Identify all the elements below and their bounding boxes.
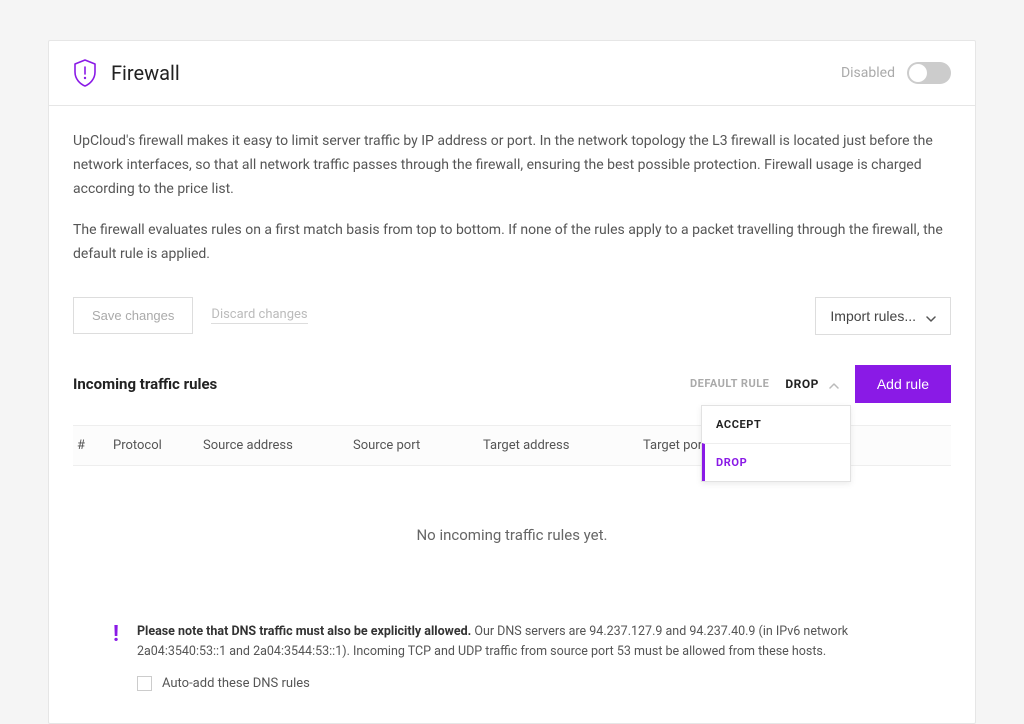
card-body: UpCloud's firewall makes it easy to limi… <box>49 106 975 723</box>
auto-add-dns-label: Auto-add these DNS rules <box>162 676 310 691</box>
col-protocol: Protocol <box>113 438 203 453</box>
actions-row: Save changes Discard changes Import rule… <box>73 297 951 335</box>
shield-alert-icon <box>73 59 97 87</box>
header-right: Disabled <box>841 62 951 84</box>
discard-changes-link[interactable]: Discard changes <box>211 307 307 324</box>
default-rule-label: DEFAULT RULE <box>690 377 769 390</box>
col-source-address: Source address <box>203 438 353 453</box>
description-paragraph-1: UpCloud's firewall makes it easy to limi… <box>73 130 951 201</box>
import-rules-label: Import rules... <box>830 308 916 324</box>
note-text: Please note that DNS traffic must also b… <box>137 622 911 662</box>
toggle-knob <box>909 64 927 82</box>
note-content: Please note that DNS traffic must also b… <box>137 622 911 691</box>
incoming-section-header: Incoming traffic rules DEFAULT RULE DROP… <box>73 365 951 403</box>
save-changes-button[interactable]: Save changes <box>73 297 193 334</box>
actions-left: Save changes Discard changes <box>73 297 308 334</box>
chevron-up-icon <box>829 379 839 389</box>
incoming-empty-state: No incoming traffic rules yet. <box>73 466 951 604</box>
col-index: # <box>73 438 113 453</box>
auto-add-dns-row: Auto-add these DNS rules <box>137 676 911 691</box>
card-header: Firewall Disabled <box>49 41 975 106</box>
alert-icon: ! <box>113 622 119 691</box>
incoming-section-controls: DEFAULT RULE DROP Add rule ACCEPT DROP <box>690 365 951 403</box>
default-rule-select[interactable]: DROP <box>785 377 839 391</box>
col-target-address: Target address <box>483 438 643 453</box>
incoming-section-title: Incoming traffic rules <box>73 375 217 393</box>
col-source-port: Source port <box>353 438 483 453</box>
dropdown-option-drop[interactable]: DROP <box>702 443 850 481</box>
default-rule-value: DROP <box>785 377 819 391</box>
firewall-status-label: Disabled <box>841 65 895 81</box>
description-paragraph-2: The firewall evaluates rules on a first … <box>73 219 951 267</box>
page-title: Firewall <box>111 61 180 85</box>
auto-add-dns-checkbox[interactable] <box>137 676 152 691</box>
note-bold: Please note that DNS traffic must also b… <box>137 624 471 639</box>
dropdown-option-accept[interactable]: ACCEPT <box>702 406 850 443</box>
firewall-card: Firewall Disabled UpCloud's firewall mak… <box>48 40 976 724</box>
import-rules-button[interactable]: Import rules... <box>815 297 951 335</box>
add-rule-button[interactable]: Add rule <box>855 365 951 403</box>
chevron-down-icon <box>926 311 936 321</box>
header-left: Firewall <box>73 59 180 87</box>
firewall-enable-toggle[interactable] <box>907 62 951 84</box>
default-rule-dropdown: ACCEPT DROP <box>701 405 851 482</box>
dns-note: ! Please note that DNS traffic must also… <box>73 614 951 699</box>
